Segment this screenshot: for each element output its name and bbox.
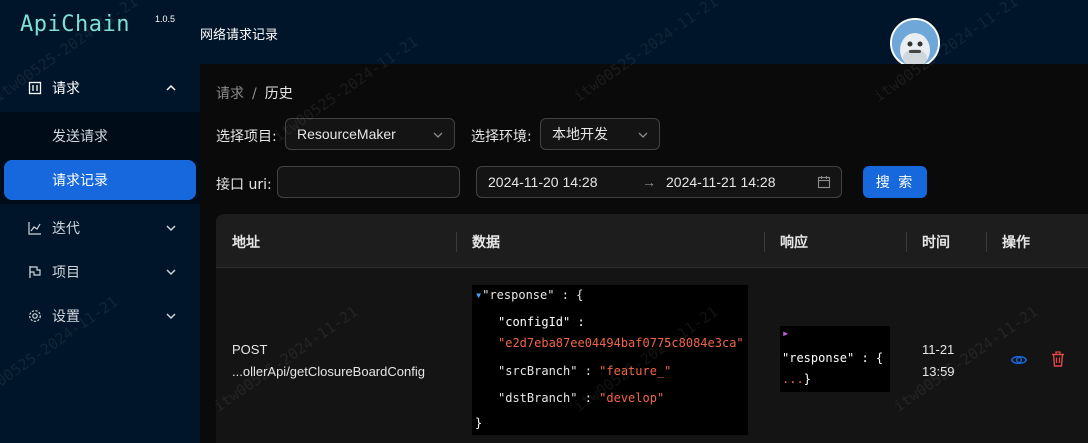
column-header: 操作	[1002, 235, 1030, 251]
sidebar-item-iteration[interactable]: 迭代	[0, 208, 200, 248]
delete-icon[interactable]	[1049, 350, 1067, 368]
chevron-down-icon	[164, 221, 178, 235]
arrow-right-icon: →	[642, 174, 656, 190]
gear-icon	[28, 309, 42, 323]
project-label: 选择项目:	[216, 129, 277, 145]
request-data-json: ▾"response" : { "configId" : "e2d7eba87e…	[472, 285, 748, 435]
calendar-icon	[817, 175, 831, 192]
sidebar-subitem-send-request[interactable]: 发送请求	[0, 116, 200, 156]
main-content: 请求 / 历史 选择项目: ResourceMaker 选择环境: 本地开发 接口 …	[200, 64, 1088, 443]
chevron-down-icon	[432, 128, 444, 140]
sidebar-item-label: 迭代	[52, 221, 80, 237]
column-header: 时间	[922, 235, 950, 251]
chevron-up-icon	[164, 81, 178, 95]
column-divider	[456, 232, 457, 252]
sidebar-subitem-request-history[interactable]: 请求记录	[4, 160, 196, 200]
json-key: "response" : {	[782, 351, 884, 365]
json-value: "feature_"	[599, 364, 672, 378]
request-uri: ...ollerApi/getClosureBoardConfig	[232, 364, 425, 379]
json-brace: }	[475, 416, 483, 430]
sidebar: ApiChain 1.0.5 请求 发送请求 请求记录 迭代 项目 设置	[0, 0, 200, 443]
caret-right-icon[interactable]: ▸	[782, 326, 789, 340]
app-logo: ApiChain	[20, 12, 130, 37]
flag-icon	[28, 265, 42, 279]
json-key: "srcBranch" :	[498, 364, 592, 378]
sidebar-item-settings[interactable]: 设置	[0, 296, 200, 336]
sidebar-item-request[interactable]: 请求	[0, 68, 200, 108]
request-time: 13:59	[922, 364, 955, 379]
sidebar-item-label: 请求	[52, 81, 80, 97]
env-select-value: 本地开发	[552, 126, 608, 142]
search-button[interactable]: 搜 索	[863, 166, 927, 198]
json-key: "configId" :	[498, 315, 585, 329]
uri-input[interactable]	[277, 166, 460, 198]
breadcrumb-separator: /	[252, 86, 257, 102]
response-json: ▸ "response" : { ...}	[780, 326, 890, 392]
breadcrumb: 请求 / 历史	[216, 83, 293, 103]
uri-label: 接口 uri:	[216, 177, 272, 193]
date-start[interactable]: 2024-11-20 14:28	[488, 174, 598, 190]
column-header: 地址	[232, 235, 260, 251]
chevron-down-icon	[637, 128, 649, 140]
json-value: "develop"	[599, 391, 665, 405]
json-key: "dstBranch" :	[498, 391, 592, 405]
column-header: 数据	[472, 235, 500, 251]
project-select[interactable]: ResourceMaker	[285, 118, 455, 150]
chevron-down-icon	[164, 309, 178, 323]
column-divider	[986, 232, 987, 252]
header-title: 网络请求记录	[200, 28, 279, 43]
chart-line-icon	[28, 221, 42, 235]
sidebar-submenu: 发送请求 请求记录	[0, 112, 200, 204]
json-key: "response" : {	[482, 288, 584, 302]
column-divider	[764, 232, 765, 252]
json-value: "e2d7eba87ee04494baf0775c8084e3ca"	[498, 336, 744, 350]
app-version: 1.0.5	[155, 14, 176, 24]
chevron-down-icon	[164, 265, 178, 279]
column-header: 响应	[780, 235, 808, 251]
sidebar-item-label: 设置	[52, 309, 80, 325]
breadcrumb-current: 历史	[264, 86, 293, 102]
json-ellipsis[interactable]: ...	[782, 372, 804, 386]
eye-icon[interactable]	[1010, 351, 1028, 369]
project-select-value: ResourceMaker	[297, 126, 396, 142]
history-table: 地址 数据 响应 时间 操作 POST ...ollerApi/getClosu…	[216, 214, 1088, 443]
square-icon	[28, 81, 42, 95]
env-label: 选择环境:	[471, 129, 532, 145]
json-brace: }	[803, 372, 811, 386]
request-date: 11-21	[922, 342, 955, 357]
env-select[interactable]: 本地开发	[540, 118, 660, 150]
sidebar-subitem-label: 发送请求	[52, 129, 108, 145]
column-divider	[906, 232, 907, 252]
sidebar-item-project[interactable]: 项目	[0, 252, 200, 292]
breadcrumb-parent[interactable]: 请求	[216, 86, 244, 102]
top-header: 网络请求记录	[200, 0, 1088, 68]
date-range-picker[interactable]: 2024-11-20 14:28 → 2024-11-21 14:28	[476, 166, 842, 198]
avatar[interactable]	[890, 18, 940, 68]
avatar-penguin-icon	[892, 20, 938, 66]
sidebar-item-label: 项目	[52, 265, 80, 281]
sidebar-subitem-label: 请求记录	[52, 173, 108, 189]
date-end[interactable]: 2024-11-21 14:28	[666, 174, 776, 190]
request-method: POST	[232, 342, 268, 357]
table-header: 地址 数据 响应 时间 操作	[216, 214, 1088, 268]
